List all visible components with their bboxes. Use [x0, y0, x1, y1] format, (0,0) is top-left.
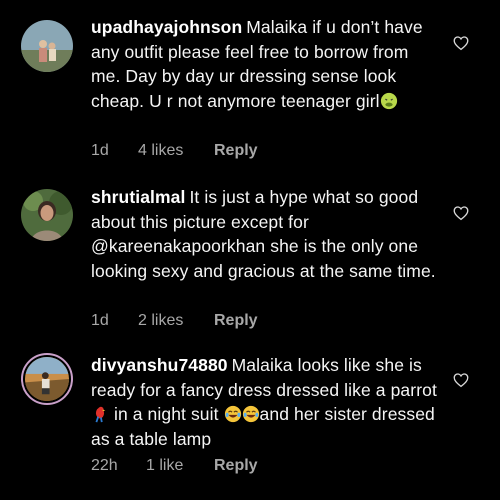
avatar[interactable]: [21, 353, 73, 405]
avatar[interactable]: [21, 20, 73, 72]
parrot-emoji: [95, 406, 106, 423]
heart-outline-icon[interactable]: [452, 34, 470, 52]
nauseated-face-emoji: [380, 92, 397, 109]
comment-text: shrutialmal It is just a hype what so goo…: [91, 185, 441, 283]
comment-likes[interactable]: 1 like: [146, 457, 214, 475]
heart-outline-icon[interactable]: [452, 371, 470, 389]
comment-username[interactable]: upadhayajohnson: [91, 17, 242, 37]
comment-text: divyanshu74880 Malaika looks like she is …: [91, 353, 441, 451]
tears-of-joy-emoji: [242, 405, 259, 423]
reply-button[interactable]: Reply: [214, 457, 258, 475]
comment-meta: 1d 4 likes Reply: [91, 142, 258, 160]
comment-message-part: in a night suit: [109, 404, 224, 424]
comment-meta: 22h 1 like Reply: [91, 457, 258, 475]
comment-likes[interactable]: 2 likes: [138, 312, 214, 330]
comment-meta: 1d 2 likes Reply: [91, 312, 258, 330]
comment-text: upadhayajohnson Malaika if u don’t have a…: [91, 15, 441, 113]
comment-time: 22h: [91, 457, 118, 474]
reply-button[interactable]: Reply: [214, 142, 258, 160]
comment-username[interactable]: divyanshu74880: [91, 355, 228, 375]
avatar[interactable]: [21, 189, 73, 241]
comment-time: 1d: [91, 312, 109, 329]
comment-username[interactable]: shrutialmal: [91, 187, 185, 207]
tears-of-joy-emoji: [224, 405, 241, 423]
heart-outline-icon[interactable]: [452, 204, 470, 222]
reply-button[interactable]: Reply: [214, 312, 258, 330]
comment-time: 1d: [91, 142, 109, 159]
comment-likes[interactable]: 4 likes: [138, 142, 214, 160]
